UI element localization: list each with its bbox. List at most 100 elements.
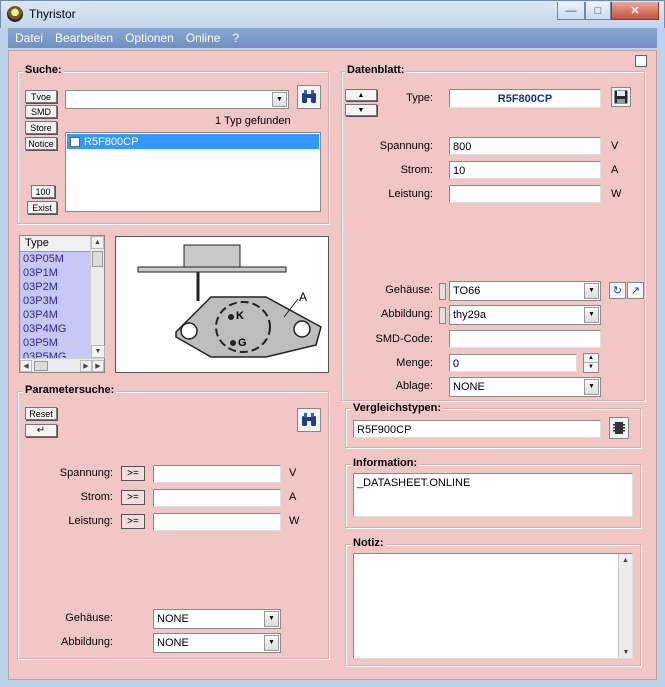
- list-item[interactable]: 03P5M: [20, 336, 90, 350]
- type-list-hscrollbar[interactable]: ◀ ▶ ▶: [20, 358, 104, 372]
- search-combo[interactable]: ▼: [65, 90, 289, 109]
- chevron-down-icon[interactable]: ▼: [272, 92, 287, 107]
- db-smd-input[interactable]: [449, 330, 601, 348]
- next-button[interactable]: ▼: [345, 104, 377, 116]
- menge-spinner[interactable]: ▲ ▼: [583, 353, 599, 373]
- db-ablage-combo[interactable]: NONE ▼: [449, 377, 601, 397]
- minimize-button[interactable]: —: [557, 2, 585, 20]
- save-button[interactable]: [611, 87, 631, 107]
- db-strom-label: Strom:: [400, 164, 433, 176]
- db-gehaeuse-combo[interactable]: TO66 ▼: [449, 281, 601, 301]
- menu-optionen[interactable]: Optionen: [120, 31, 179, 45]
- param-strom-input[interactable]: [153, 489, 281, 507]
- list-item[interactable]: 03P05M: [20, 252, 90, 266]
- param-spannung-op[interactable]: >=: [121, 466, 145, 481]
- search-button[interactable]: [297, 85, 321, 109]
- notiz-scrollbar[interactable]: ▲ ▼: [618, 554, 632, 658]
- vergleich-input[interactable]: R5F900CP: [353, 420, 601, 438]
- db-gehaeuse-handle[interactable]: [439, 283, 446, 300]
- scroll-down-icon[interactable]: ▼: [91, 345, 105, 358]
- db-abbildung-combo[interactable]: thy29a ▼: [449, 305, 601, 325]
- list-item[interactable]: R5F800CP: [67, 134, 319, 149]
- param-spannung-input[interactable]: [153, 465, 281, 483]
- notiz-textarea[interactable]: [353, 553, 633, 659]
- result-count-text: 1 Typ gefunden: [215, 115, 291, 127]
- list-item[interactable]: 03P3M: [20, 294, 90, 308]
- information-textarea[interactable]: _DATASHEET.ONLINE: [353, 473, 633, 517]
- chevron-down-icon[interactable]: ▼: [264, 611, 279, 627]
- chevron-down-icon[interactable]: ▼: [264, 635, 279, 651]
- spin-down-icon[interactable]: ▼: [584, 363, 598, 372]
- db-ablage-value: NONE: [453, 381, 485, 393]
- scroll-left-icon[interactable]: ◀: [20, 359, 32, 372]
- count-button[interactable]: 100: [31, 185, 55, 198]
- notice-button[interactable]: Notice: [25, 137, 57, 150]
- scroll-right-end-icon[interactable]: ▶: [92, 359, 104, 372]
- chevron-down-icon[interactable]: ▼: [584, 307, 599, 323]
- scroll-down-icon[interactable]: ▼: [619, 646, 633, 658]
- reset-button[interactable]: Reset: [25, 407, 57, 420]
- list-item[interactable]: 03P2M: [20, 280, 90, 294]
- db-gehaeuse-label: Gehäuse:: [385, 284, 433, 296]
- title-bar: Thyristor — □ ✕: [0, 0, 665, 28]
- menu-bearbeiten[interactable]: Bearbeiten: [50, 31, 118, 45]
- menu-online[interactable]: Online: [181, 31, 226, 45]
- param-gehaeuse-value: NONE: [157, 613, 189, 625]
- param-abbildung-combo[interactable]: NONE ▼: [153, 633, 281, 653]
- db-strom-input[interactable]: 10: [449, 161, 601, 179]
- type-list-scrollbar[interactable]: ▲ ▼: [90, 236, 105, 358]
- chip-button[interactable]: [609, 417, 629, 439]
- refresh-button[interactable]: ↻: [609, 282, 626, 299]
- list-item[interactable]: 03P4MG: [20, 322, 90, 336]
- menu-bar: Datei Bearbeiten Optionen Online ?: [8, 28, 657, 48]
- spin-up-icon[interactable]: ▲: [584, 354, 598, 363]
- result-list[interactable]: R5F800CP: [65, 132, 321, 212]
- return-button[interactable]: ↵: [25, 424, 57, 437]
- param-leistung-input[interactable]: [153, 513, 281, 531]
- maximize-icon: □: [594, 4, 602, 17]
- binoculars-icon: [302, 413, 316, 426]
- param-leistung-op[interactable]: >=: [121, 514, 145, 529]
- tvoe-button[interactable]: Tvoe: [25, 90, 57, 103]
- db-type-label: Type:: [406, 92, 433, 104]
- db-type-input[interactable]: R5F800CP: [449, 89, 601, 108]
- scroll-thumb[interactable]: [92, 251, 103, 267]
- list-item[interactable]: 03P1M: [20, 266, 90, 280]
- scroll-right-icon[interactable]: ▶: [80, 359, 92, 372]
- result-checkbox[interactable]: [70, 136, 80, 147]
- param-strom-op[interactable]: >=: [121, 490, 145, 505]
- maximize-button[interactable]: □: [585, 2, 611, 20]
- menu-datei[interactable]: Datei: [10, 31, 48, 45]
- scroll-up-icon[interactable]: ▲: [619, 554, 632, 566]
- pin-g-label: G: [238, 337, 247, 349]
- store-button[interactable]: Store: [25, 121, 57, 134]
- scroll-up-icon[interactable]: ▲: [91, 236, 104, 249]
- minimize-icon: —: [565, 4, 577, 17]
- open-link-button[interactable]: ↗: [627, 282, 644, 299]
- param-spannung-unit: V: [289, 467, 297, 479]
- db-spannung-input[interactable]: 800: [449, 137, 601, 155]
- type-list-items: 03P05M 03P1M 03P2M 03P3M 03P4M 03P4MG 03…: [20, 252, 90, 360]
- smd-button[interactable]: SMD: [25, 105, 57, 118]
- db-menge-input[interactable]: 0: [449, 354, 577, 372]
- list-item[interactable]: 03P4M: [20, 308, 90, 322]
- param-gehaeuse-combo[interactable]: NONE ▼: [153, 609, 281, 629]
- chevron-down-icon[interactable]: ▼: [584, 379, 599, 395]
- menu-help[interactable]: ?: [227, 31, 244, 45]
- top-checkbox[interactable]: [635, 55, 647, 67]
- type-list[interactable]: Type 03P05M 03P1M 03P2M 03P3M 03P4M 03P4…: [19, 235, 105, 373]
- chevron-down-icon[interactable]: ▼: [584, 283, 599, 299]
- parameter-search-button[interactable]: [297, 408, 321, 432]
- close-button[interactable]: ✕: [611, 2, 659, 20]
- prev-button[interactable]: ▲: [345, 89, 377, 101]
- exist-button[interactable]: Exist: [27, 201, 57, 214]
- hscroll-thumb[interactable]: [34, 360, 48, 371]
- db-leistung-input[interactable]: [449, 185, 601, 203]
- arrow-down-icon: ▼: [357, 106, 365, 114]
- close-icon: ✕: [630, 5, 640, 17]
- type-list-header[interactable]: Type: [20, 236, 92, 252]
- floppy-icon: [614, 90, 628, 104]
- db-gehaeuse-value: TO66: [453, 285, 481, 297]
- db-abbildung-handle[interactable]: [439, 307, 446, 324]
- datenblatt-label: Datenblatt:: [345, 64, 407, 76]
